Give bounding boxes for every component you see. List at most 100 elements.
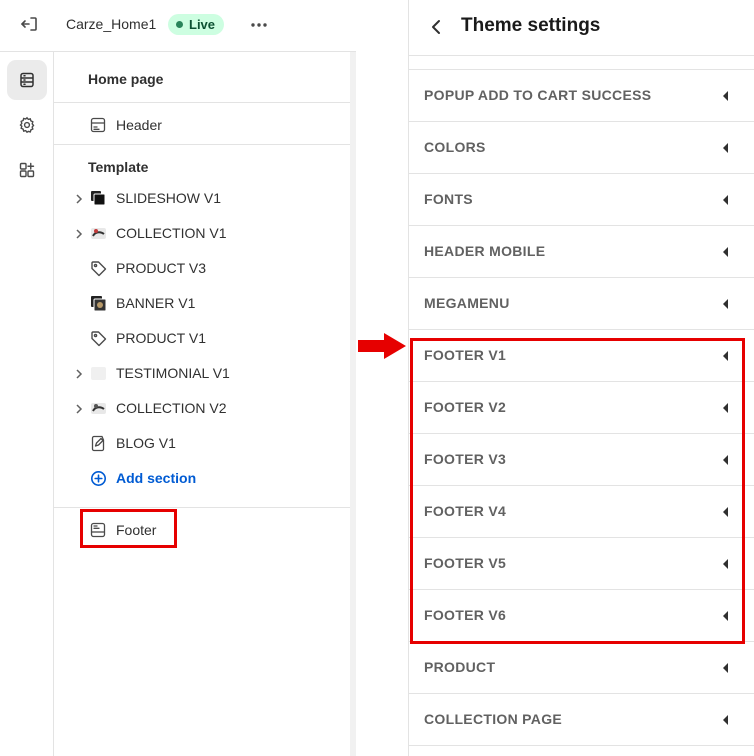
apps-icon: [19, 162, 35, 178]
section-label: SLIDESHOW V1: [116, 190, 222, 206]
setting-label: PRODUCT: [424, 659, 496, 675]
divider: [54, 507, 350, 508]
section-label: BANNER V1: [116, 295, 196, 311]
panel-scrollbar[interactable]: [350, 52, 356, 756]
section-label: COLLECTION V1: [116, 225, 227, 241]
setting-label: POPUP ADD TO CART SUCCESS: [424, 87, 652, 103]
sections-icon: [20, 72, 34, 88]
caret-left-icon: [723, 455, 728, 465]
theme-settings-title: Theme settings: [461, 15, 601, 36]
caret-left-icon: [723, 559, 728, 569]
add-section-button[interactable]: Add section: [54, 463, 350, 493]
caret-left-icon: [723, 663, 728, 673]
theme-settings-panel: Theme settings POPUP ADD TO CART SUCCESS…: [408, 0, 754, 756]
section-label: PRODUCT V1: [116, 330, 206, 346]
section-label: BLOG V1: [116, 435, 176, 451]
status-badge-label: Live: [189, 17, 216, 32]
blank-thumbnail-icon: [89, 364, 107, 382]
setting-label: FOOTER V4: [424, 503, 507, 519]
tag-icon: [89, 259, 107, 277]
caret-left-icon: [723, 403, 728, 413]
gear-icon: [19, 116, 35, 134]
setting-row[interactable]: HEADER MOBILE: [409, 226, 754, 278]
red-arrow-icon: [358, 333, 406, 359]
setting-row[interactable]: FOOTER V3: [409, 434, 754, 486]
setting-label: COLORS: [424, 139, 486, 155]
section-row[interactable]: COLLECTION V2: [54, 393, 350, 423]
setting-label: FONTS: [424, 191, 473, 207]
setting-row[interactable]: FOOTER V4: [409, 486, 754, 538]
setting-row[interactable]: POPUP ADD TO CART SUCCESS: [409, 70, 754, 122]
setting-row[interactable]: FOOTER V6: [409, 590, 754, 642]
setting-row[interactable]: MEGAMENU: [409, 278, 754, 330]
setting-label: FOOTER V6: [424, 607, 507, 623]
caret-left-icon: [723, 247, 728, 257]
section-row[interactable]: PRODUCT V3: [54, 253, 350, 283]
chevron-right-icon[interactable]: [74, 367, 84, 379]
add-section-label: Add section: [116, 470, 197, 486]
caret-left-icon: [723, 507, 728, 517]
tag-icon: [89, 329, 107, 347]
editor-topbar: Carze_Home1 Live: [0, 0, 356, 52]
caret-left-icon: [723, 715, 728, 725]
caret-left-icon: [723, 351, 728, 361]
setting-row[interactable]: COLLECTION PAGE: [409, 694, 754, 746]
header-section-icon: [89, 116, 107, 134]
section-label: TESTIMONIAL V1: [116, 365, 230, 381]
setting-label: MEGAMENU: [424, 295, 510, 311]
section-row[interactable]: BANNER V1: [54, 288, 350, 318]
theme-settings-rail-button[interactable]: [7, 105, 47, 145]
chevron-right-icon[interactable]: [74, 192, 84, 204]
sections-panel: Home page Header Template SLIDESHOW V1 C…: [54, 52, 350, 756]
page-title: Home page: [88, 71, 164, 87]
caret-left-icon: [723, 143, 728, 153]
setting-row[interactable]: FONTS: [409, 174, 754, 226]
section-row[interactable]: PRODUCT V1: [54, 323, 350, 353]
theme-settings-header: Theme settings: [409, 0, 754, 56]
setting-row[interactable]: COLORS: [409, 122, 754, 174]
caret-left-icon: [723, 195, 728, 205]
setting-label: HEADER MOBILE: [424, 243, 546, 259]
footer-highlight-box: [80, 509, 177, 548]
section-row[interactable]: SLIDESHOW V1: [54, 183, 350, 213]
divider: [54, 102, 350, 103]
setting-row[interactable]: PRODUCT: [409, 642, 754, 694]
section-row[interactable]: COLLECTION V1: [54, 218, 350, 248]
section-row[interactable]: BLOG V1: [54, 428, 350, 458]
exit-icon[interactable]: [18, 13, 40, 35]
banner-thumbnail-icon: [89, 294, 107, 312]
collection-thumbnail-icon: [89, 224, 107, 242]
header-section-label: Header: [116, 117, 162, 133]
setting-row[interactable]: FOOTER V5: [409, 538, 754, 590]
stack-icon: [89, 189, 107, 207]
setting-label: FOOTER V1: [424, 347, 507, 363]
header-section-row[interactable]: Header: [54, 110, 350, 140]
plus-circle-icon: [89, 469, 107, 487]
setting-label: FOOTER V5: [424, 555, 507, 571]
template-heading: Template: [88, 159, 149, 175]
icon-rail: [0, 52, 54, 756]
app-embeds-rail-button[interactable]: [7, 150, 47, 190]
divider: [54, 144, 350, 145]
chevron-right-icon[interactable]: [74, 402, 84, 414]
live-dot-icon: [176, 21, 183, 28]
more-actions-icon[interactable]: [248, 14, 270, 36]
setting-row[interactable]: FOOTER V1: [409, 330, 754, 382]
caret-left-icon: [723, 299, 728, 309]
collection-thumbnail-icon: [89, 399, 107, 417]
setting-label: COLLECTION PAGE: [424, 711, 563, 727]
section-label: COLLECTION V2: [116, 400, 227, 416]
back-arrow-icon[interactable]: [427, 16, 447, 38]
sections-rail-button[interactable]: [7, 60, 47, 100]
status-badge: Live: [168, 14, 225, 35]
chevron-right-icon[interactable]: [74, 227, 84, 239]
caret-left-icon: [723, 91, 728, 101]
section-label: PRODUCT V3: [116, 260, 206, 276]
blog-icon: [89, 434, 107, 452]
section-row[interactable]: TESTIMONIAL V1: [54, 358, 350, 388]
setting-row[interactable]: FOOTER V2: [409, 382, 754, 434]
setting-label: FOOTER V3: [424, 451, 507, 467]
store-name: Carze_Home1: [66, 16, 157, 32]
caret-left-icon: [723, 611, 728, 621]
setting-label: FOOTER V2: [424, 399, 507, 415]
